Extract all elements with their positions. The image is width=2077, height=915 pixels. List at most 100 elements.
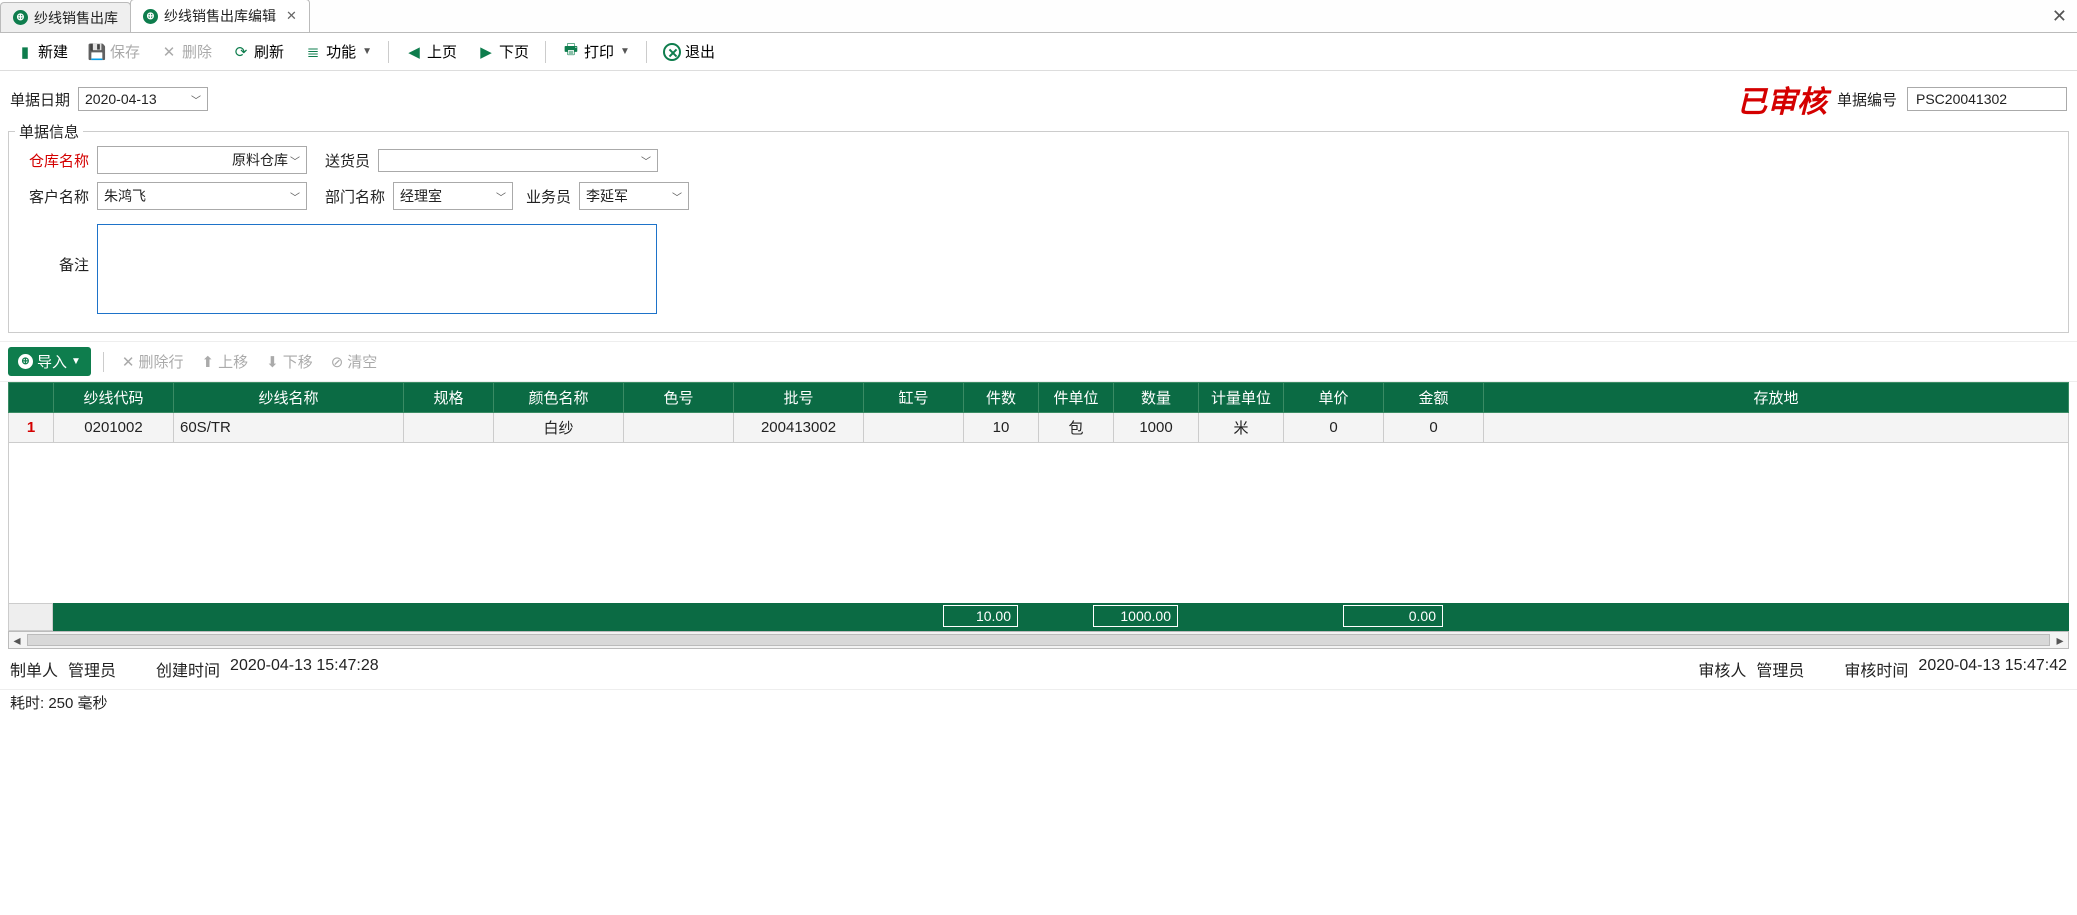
globe-icon: ⊕ — [13, 10, 28, 25]
create-time-value: 2020-04-13 15:47:28 — [230, 657, 379, 681]
move-up-label: 上移 — [218, 351, 248, 372]
bill-info-fieldset: 单据信息 仓库名称 原料仓库 ﹀ 送货员 ﹀ 客户名称 朱鸿飞 ﹀ 部门名称 经… — [8, 131, 2069, 333]
col-pieces[interactable]: 件数 — [964, 383, 1039, 413]
summary-qty: 1000.00 — [1093, 605, 1178, 627]
cell-code[interactable]: 0201002 — [54, 413, 174, 443]
summary-pieces: 10.00 — [943, 605, 1018, 627]
cell-colorno[interactable] — [624, 413, 734, 443]
row-header-blank — [9, 383, 54, 413]
col-unit[interactable]: 计量单位 — [1199, 383, 1284, 413]
dept-label: 部门名称 — [315, 186, 385, 207]
close-icon: ✕ — [122, 353, 135, 371]
exit-button[interactable]: 退出 — [655, 38, 723, 65]
table-row[interactable]: 1 0201002 60S/TR 白纱 200413002 10 包 1000 … — [9, 413, 2069, 443]
window-close-icon[interactable]: ✕ — [2052, 6, 2067, 27]
deliverer-combo[interactable]: ﹀ — [378, 149, 658, 172]
clear-button[interactable]: ⊘ 清空 — [325, 348, 384, 375]
close-icon[interactable]: ✕ — [286, 8, 297, 24]
cell-piece-unit[interactable]: 包 — [1039, 413, 1114, 443]
cell-spec[interactable] — [404, 413, 494, 443]
cell-pieces[interactable]: 10 — [964, 413, 1039, 443]
clear-label: 清空 — [347, 351, 377, 372]
col-location[interactable]: 存放地 — [1484, 383, 2069, 413]
new-icon: ▮ — [16, 43, 34, 61]
auditor-value: 管理员 — [1756, 657, 1804, 681]
col-color-name[interactable]: 颜色名称 — [494, 383, 624, 413]
dept-combo[interactable]: 经理室 ﹀ — [393, 182, 513, 210]
print-label: 打印 — [584, 41, 614, 62]
delete-button[interactable]: ✕ 删除 — [152, 38, 220, 65]
billno-field[interactable]: PSC20041302 — [1907, 87, 2067, 111]
refresh-icon: ⟳ — [232, 43, 250, 61]
col-qty[interactable]: 数量 — [1114, 383, 1199, 413]
delete-row-button[interactable]: ✕ 删除行 — [116, 348, 190, 375]
refresh-button[interactable]: ⟳ 刷新 — [224, 38, 292, 65]
move-down-button[interactable]: ⬇ 下移 — [260, 348, 319, 375]
separator — [388, 41, 389, 63]
functions-label: 功能 — [326, 41, 356, 62]
new-button[interactable]: ▮ 新建 — [8, 38, 76, 65]
scroll-right-icon[interactable]: ▸ — [2052, 632, 2068, 649]
arrow-down-icon: ⬇ — [266, 353, 279, 371]
warehouse-value: 原料仓库 — [104, 150, 288, 170]
refresh-label: 刷新 — [254, 41, 284, 62]
cell-name[interactable]: 60S/TR — [174, 413, 404, 443]
creator-value: 管理员 — [68, 657, 116, 681]
audit-time-label: 审核时间 — [1844, 657, 1908, 681]
scroll-thumb[interactable] — [27, 634, 2050, 646]
print-button[interactable]: 🖶 打印 ▼ — [554, 38, 638, 65]
chevron-down-icon: ﹀ — [672, 189, 682, 204]
salesman-label: 业务员 — [521, 186, 571, 207]
import-label: 导入 — [37, 351, 67, 372]
tab-bar: ⊕ 纱线销售出库 ⊕ 纱线销售出库编辑 ✕ ✕ — [0, 0, 2077, 33]
grid-empty-space — [8, 443, 2069, 603]
delete-icon: ✕ — [160, 43, 178, 61]
summary-bar: 10.00 1000.00 0.00 — [8, 603, 2069, 631]
footer: 制单人 管理员 创建时间 2020-04-13 15:47:28 审核人 管理员… — [0, 649, 2077, 689]
col-batch[interactable]: 批号 — [734, 383, 864, 413]
move-down-label: 下移 — [283, 351, 313, 372]
warehouse-label: 仓库名称 — [19, 150, 89, 171]
customer-combo[interactable]: 朱鸿飞 ﹀ — [97, 182, 307, 210]
grid-toolbar: ⊕ 导入 ▼ ✕ 删除行 ⬆ 上移 ⬇ 下移 ⊘ 清空 — [0, 341, 2077, 382]
horizontal-scrollbar[interactable]: ◂ ▸ — [8, 631, 2069, 649]
save-button[interactable]: 💾 保存 — [80, 38, 148, 65]
col-yarn-code[interactable]: 纱线代码 — [54, 383, 174, 413]
warehouse-combo[interactable]: 原料仓库 ﹀ — [97, 146, 307, 174]
cell-color[interactable]: 白纱 — [494, 413, 624, 443]
scroll-left-icon[interactable]: ◂ — [9, 632, 25, 649]
col-piece-unit[interactable]: 件单位 — [1039, 383, 1114, 413]
col-color-no[interactable]: 色号 — [624, 383, 734, 413]
status-bar: 耗时: 250 毫秒 — [0, 689, 2077, 715]
separator — [103, 352, 104, 372]
col-amount[interactable]: 金额 — [1384, 383, 1484, 413]
cell-location[interactable] — [1484, 413, 2069, 443]
cell-vat[interactable] — [864, 413, 964, 443]
col-price[interactable]: 单价 — [1284, 383, 1384, 413]
col-vat[interactable]: 缸号 — [864, 383, 964, 413]
cell-amount[interactable]: 0 — [1384, 413, 1484, 443]
print-icon: 🖶 — [562, 43, 580, 61]
cell-qty[interactable]: 1000 — [1114, 413, 1199, 443]
tab-yarn-sales-out-edit[interactable]: ⊕ 纱线销售出库编辑 ✕ — [130, 0, 310, 32]
globe-icon: ⊕ — [18, 354, 33, 369]
date-input[interactable]: 2020-04-13 ﹀ — [78, 87, 208, 111]
remark-textarea[interactable] — [97, 224, 657, 314]
col-spec[interactable]: 规格 — [404, 383, 494, 413]
salesman-combo[interactable]: 李延军 ﹀ — [579, 182, 689, 210]
move-up-button[interactable]: ⬆ 上移 — [196, 348, 255, 375]
tab-yarn-sales-out[interactable]: ⊕ 纱线销售出库 — [0, 2, 131, 32]
next-page-button[interactable]: ▶ 下页 — [469, 38, 537, 65]
import-button[interactable]: ⊕ 导入 ▼ — [8, 347, 91, 376]
triangle-left-icon: ◀ — [405, 43, 423, 61]
functions-button[interactable]: ≣ 功能 ▼ — [296, 38, 380, 65]
cell-unit[interactable]: 米 — [1199, 413, 1284, 443]
prev-page-button[interactable]: ◀ 上页 — [397, 38, 465, 65]
audit-time-value: 2020-04-13 15:47:42 — [1918, 657, 2067, 681]
cell-batch[interactable]: 200413002 — [734, 413, 864, 443]
dept-value: 经理室 — [400, 186, 494, 206]
cell-price[interactable]: 0 — [1284, 413, 1384, 443]
audit-stamp: 已审核 — [1737, 77, 1827, 121]
col-yarn-name[interactable]: 纱线名称 — [174, 383, 404, 413]
grid: 纱线代码 纱线名称 规格 颜色名称 色号 批号 缸号 件数 件单位 数量 计量单… — [0, 382, 2077, 603]
